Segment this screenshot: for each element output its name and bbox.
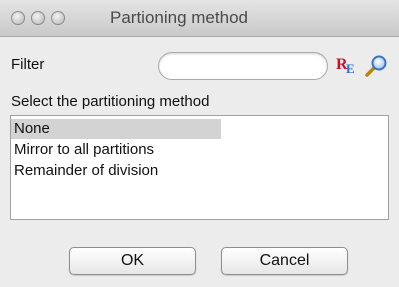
partitioning-method-list[interactable]: None Mirror to all partitions Remainder … [10, 115, 389, 220]
ok-button[interactable]: OK [69, 247, 196, 275]
zoom-window-button[interactable] [51, 11, 65, 25]
partitioning-method-label: Select the partitioning method [11, 93, 210, 110]
cancel-button[interactable]: Cancel [221, 247, 348, 275]
close-window-button[interactable] [11, 11, 25, 25]
list-item-remainder-of-division[interactable]: Remainder of division [11, 161, 158, 181]
regex-icon-e: E [346, 61, 355, 76]
filter-input[interactable] [158, 52, 328, 80]
title-bar: Partioning method [0, 0, 399, 37]
minimize-window-button[interactable] [31, 11, 45, 25]
regex-icon[interactable]: R E [336, 56, 358, 76]
list-item-none[interactable]: None [11, 119, 221, 139]
partitioning-dialog: Partioning method Filter R E Select the … [0, 0, 399, 287]
filter-label: Filter [11, 56, 45, 73]
list-item-mirror-to-all-partitions[interactable]: Mirror to all partitions [11, 140, 154, 160]
window-title: Partioning method [110, 8, 248, 27]
search-icon[interactable] [364, 54, 388, 78]
